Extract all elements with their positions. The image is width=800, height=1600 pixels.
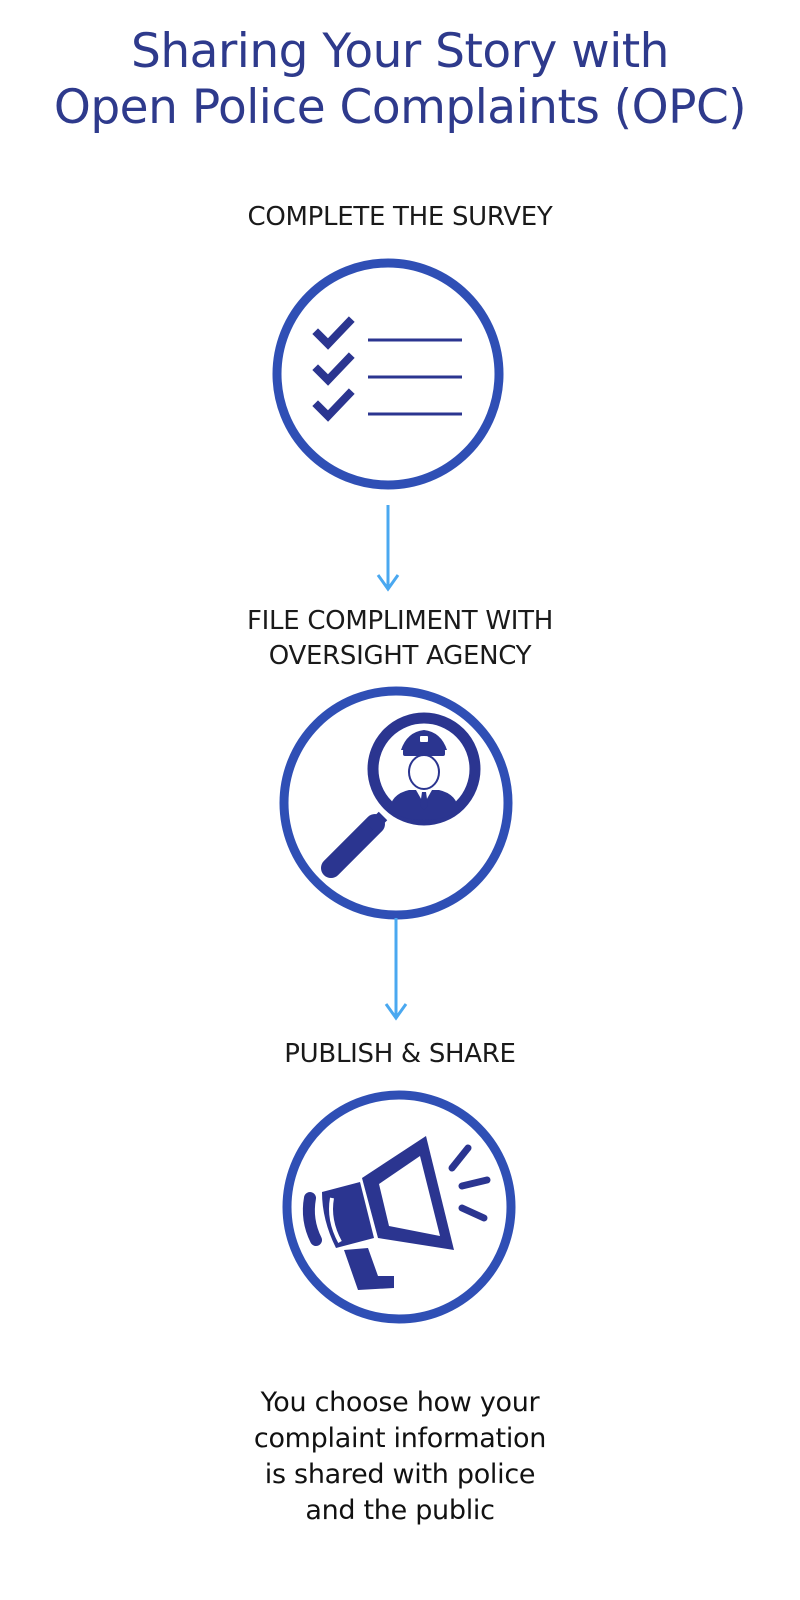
footer-description: You choose how your complaint informatio…	[0, 1385, 800, 1529]
step-2-label: FILE COMPLIMENT WITH OVERSIGHT AGENCY	[0, 604, 800, 674]
officer-search-icon	[279, 686, 513, 920]
footer-line-1: You choose how your	[260, 1387, 540, 1418]
page-title: Sharing Your Story with Open Police Comp…	[0, 24, 800, 136]
down-arrow-2	[382, 918, 410, 1026]
footer-line-4: and the public	[305, 1495, 495, 1526]
title-line-1: Sharing Your Story with	[131, 24, 669, 79]
footer-line-3: is shared with police	[264, 1459, 536, 1490]
title-line-2: Open Police Complaints (OPC)	[53, 80, 747, 135]
step-2-label-line-2: OVERSIGHT AGENCY	[268, 641, 532, 671]
step-1-label-line-1: COMPLETE THE SURVEY	[247, 202, 553, 232]
step-2-label-line-1: FILE COMPLIMENT WITH	[247, 606, 553, 636]
step-3-label-line-1: PUBLISH & SHARE	[284, 1039, 516, 1069]
step-3-label: PUBLISH & SHARE	[0, 1037, 800, 1072]
megaphone-icon	[282, 1090, 516, 1324]
footer-line-2: complaint information	[253, 1423, 547, 1454]
checklist-icon	[272, 258, 504, 490]
down-arrow-1	[374, 503, 402, 597]
step-1-label: COMPLETE THE SURVEY	[0, 200, 800, 235]
